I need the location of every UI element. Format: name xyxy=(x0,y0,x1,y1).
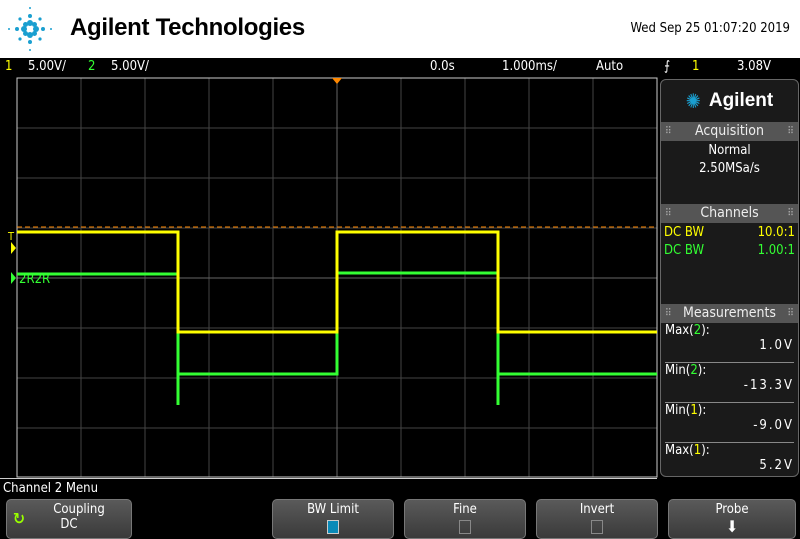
agilent-logo-icon xyxy=(8,7,52,51)
panel-brand: Agilent xyxy=(708,90,774,111)
bw-limit-checkbox[interactable] xyxy=(327,520,339,534)
measurement-item: Min(1): -9.0V xyxy=(665,403,794,443)
rotate-knob-icon: ↻ xyxy=(13,509,26,528)
ch1-trace xyxy=(17,230,657,334)
measurement-item: Max(1): 5.2V xyxy=(665,443,794,473)
ch2-scale[interactable]: 5.00V/ xyxy=(111,59,149,74)
ch1-info: DC BW 10.0:1 xyxy=(664,225,795,240)
fine-checkbox[interactable] xyxy=(459,520,471,534)
brand-title: Agilent Technologies xyxy=(70,14,305,41)
time-scale[interactable]: 1.000ms/ xyxy=(502,59,557,74)
ch2-ground-marker[interactable] xyxy=(11,272,16,284)
header: Agilent Technologies Wed Sep 25 01:07:20… xyxy=(0,0,800,58)
time-delay[interactable]: 0.0s xyxy=(430,59,455,74)
arrow-down-icon: ⬇ xyxy=(725,517,739,536)
trigger-position-marker[interactable] xyxy=(332,78,342,84)
datetime: Wed Sep 25 01:07:20 2019 xyxy=(630,21,791,36)
agilent-logo-icon: ✺ xyxy=(685,89,701,113)
acquisition-mode: Normal xyxy=(708,143,751,158)
channels-title[interactable]: Channels xyxy=(661,204,798,223)
trigger-marker: T xyxy=(7,230,15,243)
trigger-level[interactable]: 3.08V xyxy=(737,59,771,74)
ch2-label: 2R2R xyxy=(19,272,50,287)
info-panel: ✺ Agilent Acquisition Normal 2.50MSa/s C… xyxy=(660,79,799,477)
fine-button[interactable]: Fine xyxy=(404,499,526,539)
trigger-mode[interactable]: Auto xyxy=(596,59,623,74)
ch2-number: 2 xyxy=(88,59,96,74)
waveform-display[interactable]: T 2R2R xyxy=(0,77,660,479)
ch1-scale[interactable]: 5.00V/ xyxy=(28,59,66,74)
ch1-ground-marker[interactable] xyxy=(11,242,16,254)
ch2-info: DC BW 1.00:1 xyxy=(664,243,795,258)
rising-edge-icon: ⨍ xyxy=(664,59,671,74)
bw-limit-button[interactable]: BW Limit xyxy=(272,499,394,539)
measurements-title[interactable]: Measurements xyxy=(661,304,798,323)
trigger-source: 1 xyxy=(692,59,700,74)
acquisition-title[interactable]: Acquisition xyxy=(661,122,798,141)
coupling-button[interactable]: ↻ Coupling DC xyxy=(6,499,132,539)
ch1-number: 1 xyxy=(5,59,13,74)
measurement-item: Max(2): 1.0V xyxy=(665,323,794,363)
probe-button[interactable]: Probe ⬇ xyxy=(668,499,796,539)
invert-checkbox[interactable] xyxy=(591,520,603,534)
sample-rate: 2.50MSa/s xyxy=(699,161,760,176)
measurement-item: Min(2): -13.3V xyxy=(665,363,794,403)
menu-title: Channel 2 Menu xyxy=(3,481,99,496)
status-bar: 1 5.00V/ 2 5.00V/ 0.0s 1.000ms/ Auto ⨍ 1… xyxy=(0,58,800,77)
divider xyxy=(0,478,657,479)
invert-button[interactable]: Invert xyxy=(536,499,658,539)
